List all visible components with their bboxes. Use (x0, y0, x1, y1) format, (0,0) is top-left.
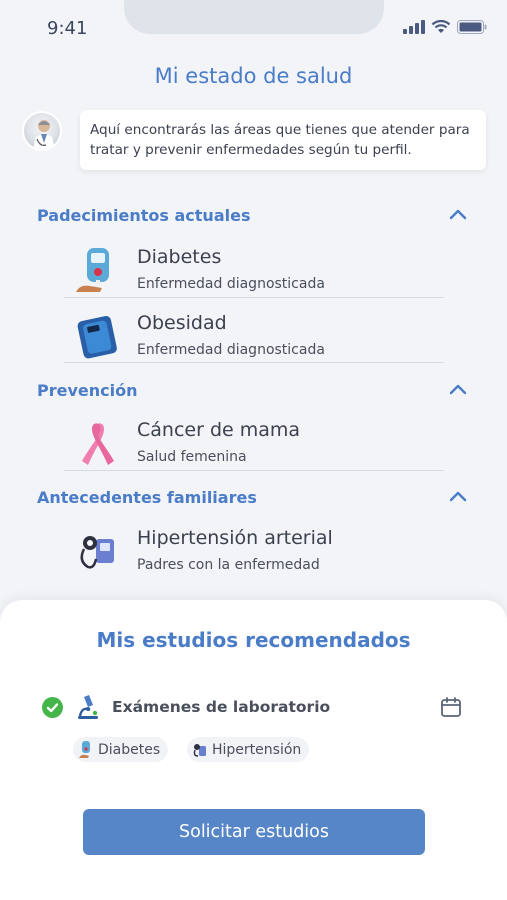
status-bar: 9:41 (0, 0, 507, 56)
calendar-icon[interactable] (440, 696, 462, 718)
study-item-lab-exams[interactable]: Exámenes de laboratorio (42, 694, 462, 722)
device-notch (124, 0, 384, 34)
doctor-icon (33, 120, 55, 149)
condition-item-diabetes[interactable]: Diabetes Enfermedad diagnosticada (74, 242, 444, 304)
glucometer-icon (76, 248, 109, 292)
page-title: Mi estado de salud (154, 64, 353, 88)
condition-subtitle: Enfermedad diagnosticada (137, 276, 325, 292)
wifi-icon (431, 20, 451, 33)
signal-icon (403, 20, 425, 34)
intro-message-bubble: Aquí encontrarás las áreas que tienes qu… (80, 110, 486, 170)
intro-message-text: Aquí encontrarás las áreas que tienes qu… (90, 122, 470, 158)
doctor-avatar (22, 111, 62, 151)
condition-subtitle: Enfermedad diagnosticada (137, 342, 325, 358)
tag-chip-hipertension: Hipertensión (187, 737, 310, 762)
section-header-antecedentes[interactable]: Antecedentes familiares (37, 488, 467, 512)
section-title: Antecedentes familiares (37, 488, 257, 507)
chevron-up-icon[interactable] (449, 383, 467, 395)
scale-icon (77, 315, 117, 359)
condition-name: Cáncer de mama (137, 419, 301, 441)
section-header-prevencion[interactable]: Prevención (37, 381, 467, 405)
blood-pressure-monitor-icon (80, 536, 114, 569)
blood-pressure-monitor-icon (193, 743, 206, 757)
divider (64, 362, 444, 363)
section-header-padecimientos[interactable]: Padecimientos actuales (37, 206, 467, 230)
divider (64, 470, 444, 471)
tag-label: Hipertensión (212, 741, 302, 758)
condition-name: Obesidad (137, 312, 227, 334)
tag-chip-diabetes: Diabetes (73, 737, 169, 762)
glucometer-icon (79, 740, 90, 758)
recommended-studies-title: Mis estudios recomendados (96, 628, 411, 652)
chevron-up-icon[interactable] (449, 490, 467, 502)
condition-subtitle: Padres con la enfermedad (137, 557, 320, 573)
condition-item-cancer-de-mama[interactable]: Cáncer de mama Salud femenina (74, 415, 444, 477)
study-label: Exámenes de laboratorio (112, 698, 331, 716)
check-circle-icon (42, 697, 63, 718)
condition-subtitle: Salud femenina (137, 449, 247, 465)
condition-name: Diabetes (137, 246, 222, 268)
section-title: Prevención (37, 381, 138, 400)
pink-ribbon-icon (82, 423, 114, 465)
condition-name: Hipertensión arterial (137, 527, 333, 549)
chevron-up-icon[interactable] (449, 208, 467, 220)
request-studies-button[interactable]: Solicitar estudios (83, 809, 425, 855)
status-time: 9:41 (47, 18, 88, 39)
condition-item-obesidad[interactable]: Obesidad Enfermedad diagnosticada (74, 308, 444, 370)
microscope-icon (78, 695, 98, 719)
condition-item-hipertension[interactable]: Hipertensión arterial Padres con la enfe… (74, 523, 444, 585)
divider (64, 297, 444, 298)
tag-label: Diabetes (98, 741, 161, 758)
battery-icon (457, 20, 487, 34)
section-title: Padecimientos actuales (37, 206, 251, 225)
status-icons (403, 20, 487, 34)
